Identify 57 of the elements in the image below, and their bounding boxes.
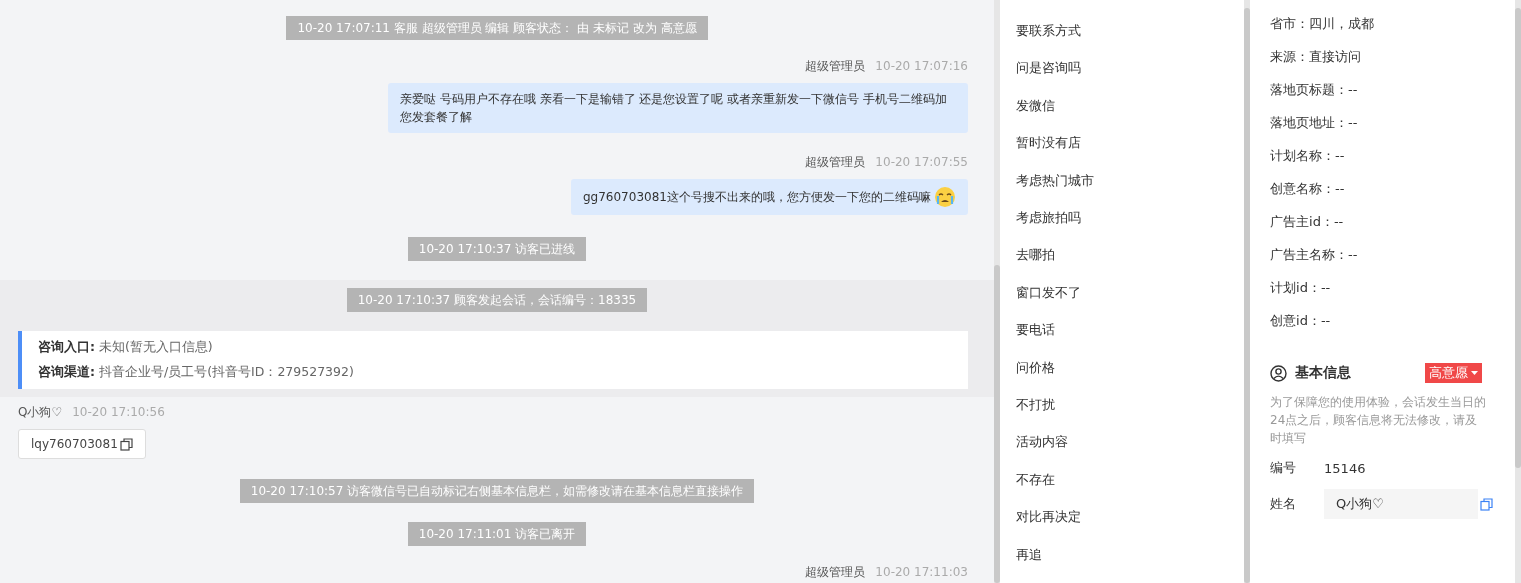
caret-icon bbox=[1471, 371, 1479, 375]
message-text: 亲爱哒 号码用户不存在哦 亲看一下是输错了 还是您设置了呢 或者亲重新发一下微信号 手机号二维码加您发套餐了解 bbox=[399, 91, 948, 126]
quick-reply[interactable]: 再追 bbox=[1015, 545, 1042, 583]
source-info: 创意名称：-- bbox=[1270, 180, 1346, 198]
quick-reply[interactable]: 活动内容 bbox=[1015, 433, 1068, 471]
quick-reply[interactable]: 窗口发不了 bbox=[1015, 283, 1081, 322]
message-time: 10-20 17:07:16 bbox=[875, 59, 968, 74]
source-info: 计划id：-- bbox=[1270, 279, 1332, 297]
quick-reply[interactable]: 不存在 bbox=[1015, 470, 1055, 509]
notice-text: 为了保障您的使用体验，会话发生当日的24点之后，顾客信息将无法修改，请及时填写 bbox=[1270, 394, 1487, 447]
section-title: 基本信息 bbox=[1295, 364, 1353, 382]
quick-reply[interactable]: 对比再决定 bbox=[1015, 508, 1081, 546]
sender-name: Q小狗♡ bbox=[18, 405, 63, 420]
field-label: 姓名 bbox=[1270, 495, 1298, 513]
copy-icon[interactable] bbox=[119, 437, 133, 451]
name-field[interactable]: Q小狗♡ bbox=[1324, 489, 1479, 519]
sender-name: 超级管理员 bbox=[805, 155, 866, 170]
scrollbar-thumb[interactable] bbox=[1515, 8, 1521, 468]
system-notice: 10-20 17:07:11 客服 超级管理员 编辑 顾客状态： 由 未标记 改为 高意愿 bbox=[286, 16, 708, 40]
source-info: 落地页标题：-- bbox=[1270, 81, 1359, 99]
entry-info: 咨询入口: 未知(暂无入口信息) bbox=[38, 339, 214, 356]
quick-reply[interactable]: 暂时没有店 bbox=[1015, 134, 1081, 172]
system-notice: 10-20 17:10:57 访客微信号已自动标记右侧基本信息栏，如需修改请在基本信息栏直接操作 bbox=[239, 479, 755, 503]
sender-name: 超级管理员 bbox=[805, 59, 866, 74]
quick-reply[interactable]: 发微信 bbox=[1015, 96, 1055, 135]
quick-reply[interactable]: 问价格 bbox=[1015, 358, 1055, 397]
quick-reply[interactable]: 问是咨询吗 bbox=[1015, 59, 1081, 97]
message-text: lqy760703081 bbox=[31, 437, 118, 451]
message-time: 10-20 17:07:55 bbox=[875, 155, 968, 170]
source-info: 省市：四川，成都 bbox=[1270, 15, 1376, 33]
quick-reply[interactable]: 要联系方式 bbox=[1015, 22, 1081, 60]
user-icon bbox=[1270, 364, 1288, 382]
message-time: 10-20 17:10:56 bbox=[72, 405, 165, 420]
source-info: 广告主id：-- bbox=[1270, 213, 1345, 231]
quick-reply[interactable]: 考虑热门城市 bbox=[1015, 171, 1094, 210]
system-notice: 10-20 17:10:37 顾客发起会话，会话编号：18335 bbox=[346, 288, 648, 312]
source-info: 来源：直接访问 bbox=[1270, 48, 1363, 66]
quick-reply[interactable]: 去哪拍 bbox=[1015, 246, 1055, 284]
source-info: 计划名称：-- bbox=[1270, 147, 1346, 165]
entry-info: 咨询渠道: 抖音企业号/员工号(抖音号ID：279527392) bbox=[38, 364, 355, 381]
quick-reply[interactable]: 考虑旅拍吗 bbox=[1015, 209, 1081, 247]
quick-reply[interactable]: 要电话 bbox=[1015, 321, 1055, 359]
system-notice: 10-20 17:10:37 访客已进线 bbox=[407, 237, 587, 261]
sender-name: 超级管理员 bbox=[805, 565, 866, 580]
message-text: gg760703081这个号搜不出来的哦，您方便发一下您的二维码嘛 bbox=[583, 189, 931, 206]
message-time: 10-20 17:11:03 bbox=[875, 565, 968, 580]
scrollbar-thumb[interactable] bbox=[993, 265, 1000, 583]
status-dropdown[interactable]: 高意愿 bbox=[1425, 363, 1483, 383]
source-info: 落地页地址：-- bbox=[1270, 114, 1359, 132]
quick-reply[interactable]: 不打扰 bbox=[1015, 396, 1055, 434]
system-notice: 10-20 17:11:01 访客已离开 bbox=[407, 522, 587, 546]
source-info: 广告主名称：-- bbox=[1270, 246, 1359, 264]
scrollbar-thumb[interactable] bbox=[1244, 8, 1251, 583]
source-info: 创意id：-- bbox=[1270, 312, 1332, 330]
crying-emoji-icon bbox=[933, 186, 956, 208]
field-label: 编号 bbox=[1270, 459, 1298, 477]
field-value: 15146 bbox=[1324, 460, 1366, 476]
